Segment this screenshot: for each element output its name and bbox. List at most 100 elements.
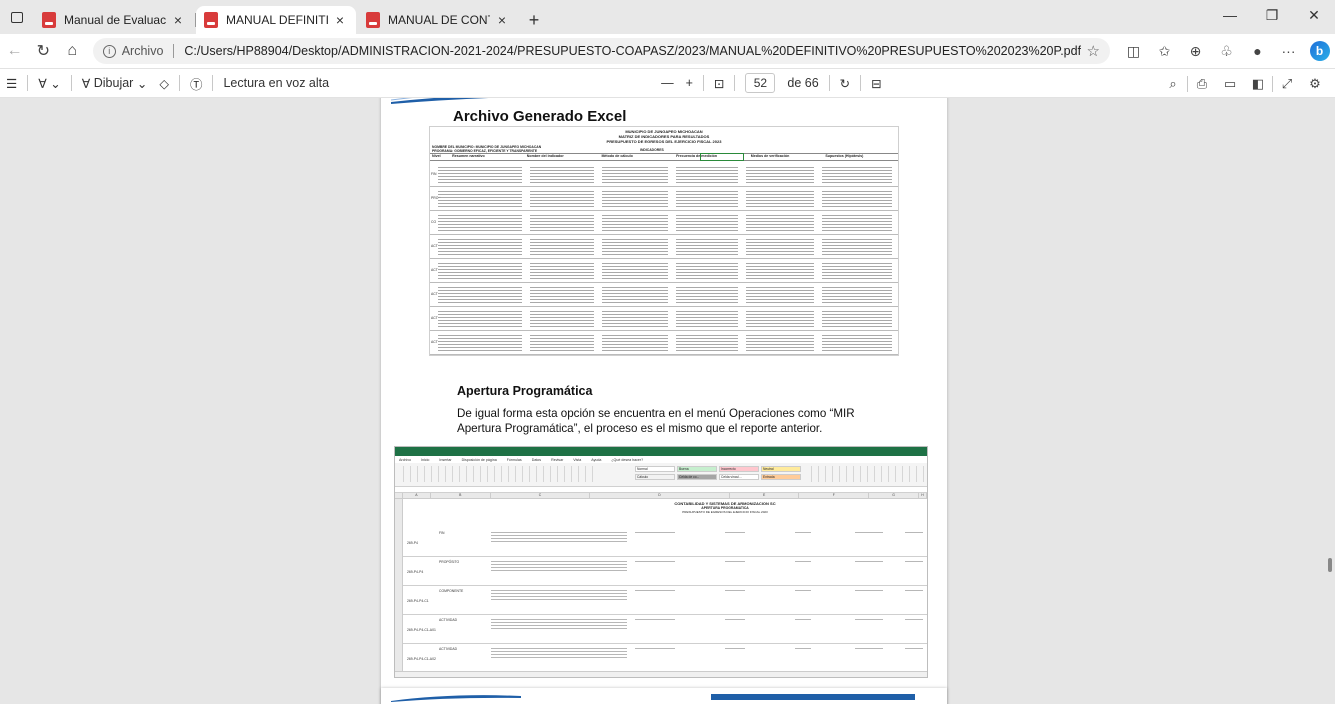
home-button[interactable]: ⌂ <box>58 36 87 66</box>
toolbar-divider <box>178 75 180 91</box>
profile-icon[interactable]: ● <box>1242 36 1273 66</box>
cell-value-block <box>725 530 745 533</box>
restore-button[interactable]: ❐ <box>1251 0 1293 30</box>
cell-text-block <box>822 285 892 305</box>
contents-icon[interactable]: ☰ <box>0 68 23 98</box>
cell-text-block <box>438 285 522 305</box>
row-level-label: ACT <box>431 316 438 320</box>
close-window-button[interactable]: ✕ <box>1293 0 1335 30</box>
cell-value-block <box>855 530 883 533</box>
style-swatch: Neutral <box>761 466 801 472</box>
refresh-button[interactable]: ↻ <box>29 36 58 66</box>
minimize-button[interactable]: — <box>1209 0 1251 30</box>
cell-text-block <box>746 189 814 209</box>
settings-icon[interactable]: ⚙ <box>1301 69 1329 99</box>
cell-value-block <box>635 588 675 591</box>
back-button[interactable]: ← <box>0 36 29 66</box>
text-icon[interactable]: Ⓣ <box>184 68 209 98</box>
read-aloud-button[interactable]: Lectura en voz alta <box>217 68 335 98</box>
more-menu-icon[interactable]: ··· <box>1273 36 1304 66</box>
cell-value-block <box>905 530 923 533</box>
tab-actions-button[interactable] <box>0 0 34 34</box>
cell-text-block <box>746 261 814 281</box>
save-icon[interactable]: ▭ <box>1216 69 1244 99</box>
style-swatch: Celda de co... <box>677 474 717 480</box>
cell-text-block <box>822 309 892 329</box>
cell-text-block <box>530 285 594 305</box>
tab-2[interactable]: MANUAL DE CONTABILIDAD DE × <box>358 6 518 34</box>
pdf-file-icon <box>42 12 56 28</box>
sheet-data-row: ACT <box>430 259 898 283</box>
collections-icon[interactable]: ⊕ <box>1180 36 1211 66</box>
scrollbar-thumb[interactable] <box>1328 558 1332 572</box>
selected-cell <box>700 153 744 161</box>
column-header: Supuestos (Hipótesis) <box>825 154 864 158</box>
highlight-icon[interactable]: ∀ ⌄ <box>32 68 67 98</box>
tab-1-active[interactable]: MANUAL DEFINITIVO PRESUPUE × <box>196 6 356 34</box>
zoom-out-button[interactable]: — <box>655 68 680 98</box>
fit-page-icon[interactable]: ⊡ <box>708 68 730 98</box>
row-code: 269-P4-P4-C1-A01 <box>407 628 436 632</box>
cell-text-block <box>602 213 668 233</box>
new-tab-button[interactable]: + <box>520 6 548 34</box>
cell-text-block <box>491 617 627 629</box>
style-swatch: Buena <box>677 466 717 472</box>
column-letter: B <box>431 493 491 498</box>
address-url[interactable]: C:/Users/HP88904/Desktop/ADMINISTRACION-… <box>184 44 1081 58</box>
cell-text-block <box>746 237 814 257</box>
cell-value-block <box>635 617 675 620</box>
info-icon[interactable]: i <box>102 44 116 58</box>
cell-text-block <box>822 189 892 209</box>
page-number-input[interactable]: 52 <box>745 73 776 93</box>
excel-menu-item: Insertar <box>439 457 452 462</box>
search-icon[interactable]: ⌕ <box>1159 69 1187 99</box>
fullscreen-icon[interactable]: ⤢ <box>1273 69 1301 99</box>
copilot-button[interactable]: b <box>1304 36 1335 66</box>
eraser-icon[interactable]: ◇ <box>153 68 175 98</box>
cell-text-block <box>676 285 738 305</box>
pdf-page: Archivo Generado Excel MUNICIPIO DE JUNG… <box>381 98 947 704</box>
cell-value-block <box>905 588 923 591</box>
excel-apertura-screenshot: Archivo Inicio Insertar Disposición de p… <box>394 446 928 678</box>
excel-menu-item: ¿Qué desea hacer? <box>611 457 644 462</box>
close-tab-icon[interactable]: × <box>494 12 510 28</box>
split-screen-icon[interactable]: ◫ <box>1118 36 1149 66</box>
extensions-icon[interactable]: ♧ <box>1211 36 1242 66</box>
rotate-icon[interactable]: ↻ <box>834 68 856 98</box>
pdf-toolbar-right: ⌕ ⎙ ▭ ◧ ⤢ ⚙ <box>1159 69 1329 99</box>
excel-menu-item: Archivo <box>399 457 411 462</box>
row-level-label: ACT <box>431 340 438 344</box>
excel-row-numbers <box>395 499 403 677</box>
column-letter: H <box>919 493 927 498</box>
favorites-icon[interactable]: ✩ <box>1149 36 1180 66</box>
cell-value-block <box>905 559 923 562</box>
pdf-toolbar: ☰ ∀ ⌄ ∀ Dibujar ⌄ ◇ Ⓣ Lectura en voz alt… <box>0 68 1335 98</box>
cell-text-block <box>438 261 522 281</box>
zoom-in-button[interactable]: + <box>680 68 699 98</box>
close-tab-icon[interactable]: × <box>332 12 348 28</box>
cell-text-block <box>438 189 522 209</box>
close-tab-icon[interactable]: × <box>170 12 186 28</box>
cell-text-block <box>822 213 892 233</box>
pdf-page-next <box>381 688 947 704</box>
draw-button[interactable]: ∀ Dibujar ⌄ <box>76 68 154 98</box>
page-view-icon[interactable]: ⊟ <box>865 68 887 98</box>
sheet-title-line: PRESUPUESTO DE EGRESOS DEL EJERCICIO FIS… <box>606 139 722 144</box>
pdf-viewer[interactable]: Archivo Generado Excel MUNICIPIO DE JUNG… <box>0 98 1335 704</box>
cell-text-block <box>676 165 738 185</box>
row-type: ACTIVIDAD <box>439 647 458 651</box>
save-as-icon[interactable]: ◧ <box>1244 69 1272 99</box>
excel-mir-screenshot: MUNICIPIO DE JUNGAPEO MICHOACAN MATRIZ D… <box>429 126 899 356</box>
print-icon[interactable]: ⎙ <box>1188 69 1216 99</box>
cell-text-block <box>676 309 738 329</box>
style-swatch: Entrada <box>761 474 801 480</box>
cell-text-block <box>822 261 892 281</box>
cell-text-block <box>602 309 668 329</box>
cell-text-block <box>676 213 738 233</box>
excel-menu-item: Disposición de página <box>461 457 497 462</box>
tab-0[interactable]: Manual de Evaluación de Registr × <box>34 6 196 34</box>
favorite-star-icon[interactable]: ☆ <box>1087 42 1100 60</box>
address-bar[interactable]: i Archivo C:/Users/HP88904/Desktop/ADMIN… <box>92 38 1110 64</box>
row-level-label: FIN <box>431 172 437 176</box>
section-title-apertura: Apertura Programática <box>457 384 593 398</box>
